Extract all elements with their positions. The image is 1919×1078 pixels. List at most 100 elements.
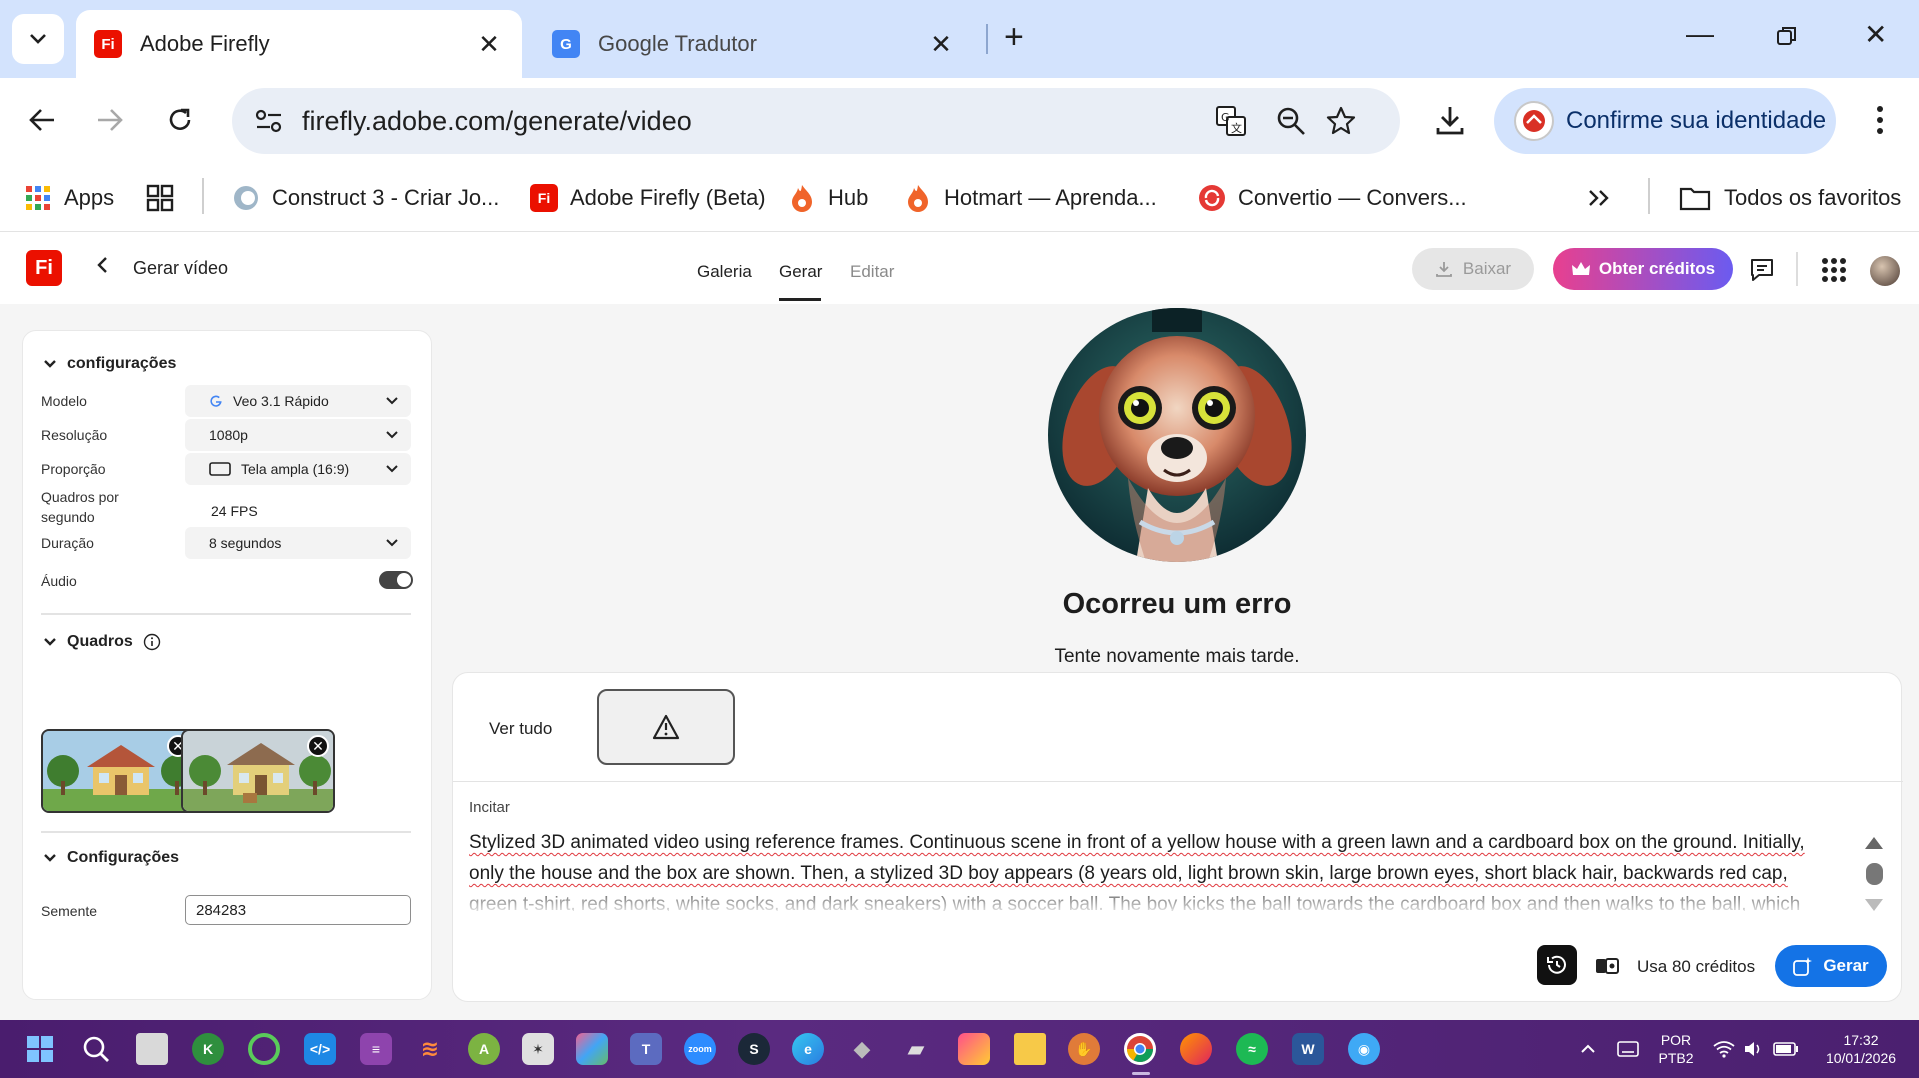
keyboard-icon[interactable] [1612,1033,1644,1065]
config-section-header[interactable]: Configurações [43,849,179,867]
all-bookmarks-folder[interactable]: Todos os favoritos [1678,178,1901,218]
bookmark-star-icon[interactable] [1324,104,1358,138]
zoom-icon[interactable] [1274,104,1308,138]
windows-start-icon[interactable] [24,1033,56,1065]
downloads-icon[interactable] [1428,98,1472,142]
prompt-scrollbar-thumb[interactable] [1866,863,1883,885]
svg-text:G: G [1221,111,1230,124]
spotify-icon[interactable]: ≈ [1236,1033,1268,1065]
app-device-icon[interactable]: ▰ [900,1033,932,1065]
more-bookmarks-chevron-icon[interactable] [1588,178,1610,218]
app-ring-icon[interactable] [248,1033,280,1065]
address-bar[interactable]: firefly.adobe.com/generate/video G文 [232,88,1400,154]
volume-icon[interactable] [1738,1033,1770,1065]
android-studio-icon[interactable]: A [468,1033,500,1065]
chevron-down-icon [386,465,398,473]
edge-icon[interactable]: e [792,1033,824,1065]
app-switcher-grid-icon[interactable] [1818,254,1850,286]
resolution-select[interactable]: 1080p [185,419,411,451]
reload-icon[interactable] [158,98,202,142]
warning-triangle-icon [652,714,680,740]
tab-adobe-firefly[interactable]: Fi Adobe Firefly ✕ [76,10,522,78]
close-icon[interactable]: ✕ [926,29,956,60]
profile-alert-icon [1514,101,1554,141]
tab-search-button[interactable] [12,14,64,64]
scroll-down-arrow-icon[interactable] [1865,899,1883,911]
tab-google-tradutor[interactable]: G Google Tradutor ✕ [534,10,974,78]
tab-groups-icon[interactable] [146,178,174,218]
seed-input[interactable]: 284283 [185,895,411,925]
restore-icon[interactable] [1776,22,1798,54]
input-language[interactable]: POR PTB2 [1654,1031,1698,1067]
tray-chevron-up-icon[interactable] [1572,1033,1604,1065]
app-photo-icon[interactable] [958,1033,990,1065]
frames-section-header[interactable]: Quadros [43,633,161,651]
app-k-icon[interactable]: K [192,1033,224,1065]
app-stack-icon[interactable]: ≡ [360,1033,392,1065]
tab-editar[interactable]: Editar [850,262,894,282]
new-tab-plus-icon[interactable]: + [1004,18,1024,57]
teams-icon[interactable]: T [630,1033,662,1065]
settings-section-header[interactable]: configurações [43,355,176,373]
translate-page-icon[interactable]: G文 [1214,104,1248,138]
app-hand-icon[interactable]: ✋ [1068,1033,1100,1065]
file-explorer-icon[interactable] [1014,1033,1046,1065]
chrome-icon[interactable] [1124,1033,1156,1065]
app-colorful-icon[interactable] [576,1033,608,1065]
generate-button[interactable]: Gerar [1775,945,1887,987]
model-select[interactable]: Veo 3.1 Rápido [185,385,411,417]
app-swirl-icon[interactable]: ≋ [414,1033,446,1065]
history-button[interactable] [1537,945,1577,985]
bookmark-hub[interactable]: Hub [788,178,868,218]
chevron-down-icon [44,854,56,862]
clock[interactable]: 17:32 10/01/2026 [1818,1031,1904,1067]
vscode-icon[interactable]: </> [304,1033,336,1065]
wifi-icon[interactable] [1708,1033,1740,1065]
more-menu-icon[interactable] [1858,98,1902,142]
user-avatar[interactable] [1870,256,1900,286]
back-arrow-icon[interactable] [20,98,64,142]
download-button[interactable]: Baixar [1412,248,1534,290]
confirm-identity-button[interactable]: Confirme sua identidade [1494,88,1836,154]
window-close-icon[interactable]: ✕ [1864,18,1887,51]
frame-thumbnail-end[interactable]: ✕ [181,729,335,813]
browser-tab-strip: Fi Adobe Firefly ✕ G Google Tradutor ✕ +… [0,0,1919,78]
get-credits-button[interactable]: Obter créditos [1553,248,1733,290]
minimize-icon[interactable]: — [1686,18,1714,50]
bookmark-apps[interactable]: Apps [24,178,114,218]
config-section-title: Configurações [67,849,180,866]
steam-icon[interactable]: S [738,1033,770,1065]
app-globe-icon[interactable]: ◉ [1348,1033,1380,1065]
duration-select[interactable]: 8 segundos [185,527,411,559]
zoom-app-icon[interactable]: zoom [684,1033,716,1065]
remove-frame-close-icon[interactable]: ✕ [307,735,329,757]
battery-icon[interactable] [1770,1033,1802,1065]
aspect-select[interactable]: Tela ampla (16:9) [185,453,411,485]
firefly-logo-icon[interactable]: Fi [26,250,62,286]
feedback-icon[interactable] [1746,254,1778,286]
bookmark-construct3[interactable]: Construct 3 - Criar Jo... [232,178,499,218]
cartoon-dog-image [1048,308,1306,562]
app-figure-icon[interactable]: ✶ [522,1033,554,1065]
bookmark-convertio[interactable]: Convertio — Convers... [1198,178,1467,218]
word-icon[interactable]: W [1292,1033,1324,1065]
frame-thumbnail-start[interactable]: ✕ [41,729,195,813]
view-all-link[interactable]: Ver tudo [489,719,552,739]
close-icon[interactable]: ✕ [474,29,504,60]
back-chevron-icon[interactable] [96,254,108,280]
bookmark-hotmart[interactable]: Hotmart — Aprenda... [904,178,1157,218]
app-tool-icon[interactable]: ◆ [846,1033,878,1065]
scroll-up-arrow-icon[interactable] [1865,837,1883,849]
folder-icon [1678,184,1712,212]
firefox-icon[interactable] [1180,1033,1212,1065]
info-icon[interactable] [143,633,161,651]
audio-toggle[interactable] [379,571,413,589]
failed-generation-tile[interactable] [597,689,735,765]
forward-arrow-icon[interactable] [88,98,132,142]
task-view-icon[interactable] [136,1033,168,1065]
bookmark-adobe-firefly-beta[interactable]: Fi Adobe Firefly (Beta) [530,178,766,218]
tab-galeria[interactable]: Galeria [697,262,752,282]
taskbar-search-icon[interactable] [80,1033,112,1065]
tab-gerar[interactable]: Gerar [779,262,822,282]
site-settings-icon[interactable] [252,104,286,138]
